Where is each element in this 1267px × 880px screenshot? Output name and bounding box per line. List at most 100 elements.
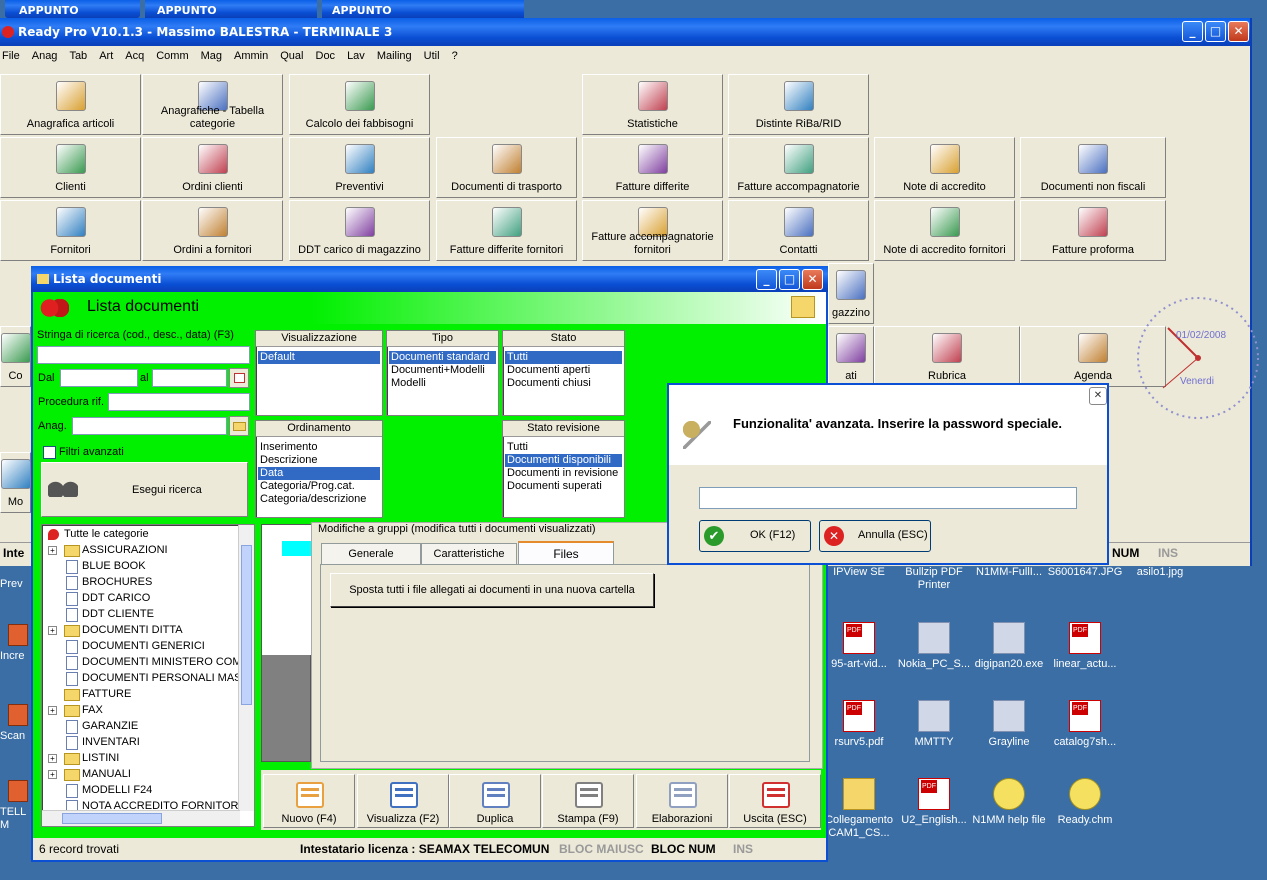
tree-item[interactable]: BLUE BOOK — [42, 558, 254, 574]
menu-[interactable]: ? — [452, 46, 464, 66]
maximize-icon[interactable]: □ — [1205, 21, 1226, 42]
menu-util[interactable]: Util — [424, 46, 446, 66]
tile-fatture-accompagnatorie[interactable]: Fatture accompagnatorie — [728, 137, 869, 198]
dialog-close-icon[interactable]: ✕ — [1089, 387, 1107, 405]
tile-rubrica[interactable]: Rubrica — [874, 326, 1020, 387]
calendar-icon[interactable] — [229, 368, 249, 388]
list-item-default[interactable]: Default — [258, 351, 380, 364]
taskbar-tab-3[interactable]: APPUNTO — [322, 0, 524, 18]
documents-grid[interactable] — [261, 524, 312, 762]
list-item-tutti[interactable]: Tutti — [505, 441, 622, 454]
tile-ordini-a-fornitori[interactable]: Ordini a fornitori — [142, 200, 283, 261]
dal-date-input[interactable] — [60, 369, 138, 387]
tree-item[interactable]: BROCHURES — [42, 574, 254, 590]
tab-files[interactable]: Files — [518, 541, 614, 566]
tree-item[interactable]: + MANUALI — [42, 766, 254, 782]
menu-acq[interactable]: Acq — [125, 46, 150, 66]
anag-folder-icon[interactable] — [229, 416, 249, 436]
tile-contatti[interactable]: Contatti — [728, 200, 869, 261]
tile-distinte-riba-rid[interactable]: Distinte RiBa/RID — [728, 74, 869, 135]
list-item-documenti-disponibili[interactable]: Documenti disponibili — [505, 454, 622, 467]
desktop-icon-95-art-vid[interactable]: 95-art-vid... — [821, 622, 897, 671]
menu-comm[interactable]: Comm — [156, 46, 194, 66]
minimize-icon[interactable]: _ — [1182, 21, 1203, 42]
desktop-icon-nokia-pc-s[interactable]: Nokia_PC_S... — [896, 622, 972, 671]
toolbar-elaborazioni-button[interactable]: Elaborazioni — [636, 774, 728, 828]
tile-fatture-differite-fornitori[interactable]: Fatture differite fornitori — [436, 200, 577, 261]
procedura-input[interactable] — [108, 393, 250, 411]
tile-ordini-clienti[interactable]: Ordini clienti — [142, 137, 283, 198]
menu-doc[interactable]: Doc — [316, 46, 342, 66]
menu-art[interactable]: Art — [99, 46, 119, 66]
expand-icon[interactable]: + — [48, 770, 57, 779]
taskbar-tab-1[interactable]: APPUNTO — [5, 0, 140, 18]
tree-item[interactable]: + LISTINI — [42, 750, 254, 766]
desktop-icon-digipan20-exe[interactable]: digipan20.exe — [971, 622, 1047, 671]
lista-close-icon[interactable]: ✕ — [802, 269, 823, 290]
desktop-icon-prev[interactable]: Prev — [0, 578, 30, 591]
list-item-documenti-chiusi[interactable]: Documenti chiusi — [505, 377, 622, 390]
tile-note-di-accredito[interactable]: Note di accredito — [874, 137, 1015, 198]
tile-ddt-carico-di-magazzino[interactable]: DDT carico di magazzino — [289, 200, 430, 261]
tree-item[interactable]: DOCUMENTI GENERICI — [42, 638, 254, 654]
desktop-icon-grayline[interactable]: Grayline — [971, 700, 1047, 749]
toolbar-duplica-button[interactable]: Duplica — [449, 774, 541, 828]
anag-input[interactable] — [72, 417, 227, 435]
toolbar-nuovo-f4-button[interactable]: Nuovo (F4) — [263, 774, 355, 828]
tile-calcolo-dei-fabbisogni[interactable]: Calcolo dei fabbisogni — [289, 74, 430, 135]
desktop-icon-bullzip-pdf-printer[interactable]: Bullzip PDF Printer — [896, 566, 972, 592]
list-item-data[interactable]: Data — [258, 467, 380, 480]
password-input[interactable] — [699, 487, 1077, 509]
toolbar-visualizza-f2-button[interactable]: Visualizza (F2) — [357, 774, 449, 828]
menu-tab[interactable]: Tab — [69, 46, 93, 66]
menu-file[interactable]: File — [2, 46, 26, 66]
tile-co[interactable]: Co — [0, 326, 31, 387]
move-files-button[interactable]: Sposta tutti i file allegati ai document… — [330, 573, 654, 607]
toolbar-uscita-esc-button[interactable]: Uscita (ESC) — [729, 774, 821, 828]
desktop-icon-rsurv5-pdf[interactable]: rsurv5.pdf — [821, 700, 897, 749]
desktop-icon-collegamento-cam1-cs[interactable]: Collegamento CAM1_CS... — [821, 778, 897, 840]
list-item-categoria-descrizione[interactable]: Categoria/descrizione — [258, 493, 380, 506]
tile-fatture-proforma[interactable]: Fatture proforma — [1020, 200, 1166, 261]
list-item-modelli[interactable]: Modelli — [389, 377, 496, 390]
filtri-checkbox[interactable] — [43, 446, 56, 459]
tree-vscrollbar[interactable] — [238, 525, 254, 811]
desktop-icon-u2-english[interactable]: U2_English... — [896, 778, 972, 827]
tile-preventivi[interactable]: Preventivi — [289, 137, 430, 198]
desktop-icon-linear-actu[interactable]: linear_actu... — [1047, 622, 1123, 671]
expand-icon[interactable]: + — [48, 626, 57, 635]
tree-item[interactable]: + FAX — [42, 702, 254, 718]
list-item-documenti-modelli[interactable]: Documenti+Modelli — [389, 364, 496, 377]
desktop-icon-mmtty[interactable]: MMTTY — [896, 700, 972, 749]
folder-open-icon[interactable] — [791, 296, 815, 318]
tab-caratteristiche[interactable]: Caratteristiche — [421, 543, 517, 564]
tree-item[interactable]: FATTURE — [42, 686, 254, 702]
tile-anagrafica-articoli[interactable]: Anagrafica articoli — [0, 74, 141, 135]
desktop-icon-scan[interactable]: Scan — [0, 704, 30, 743]
tile-ati[interactable]: ati — [828, 326, 874, 387]
tab-generale[interactable]: Generale — [321, 543, 421, 564]
expand-icon[interactable]: + — [48, 546, 57, 555]
menu-mag[interactable]: Mag — [201, 46, 228, 66]
menu-anag[interactable]: Anag — [32, 46, 64, 66]
desktop-icon-s6001647-jpg[interactable]: S6001647.JPG — [1047, 566, 1123, 579]
lista-minimize-icon[interactable]: _ — [756, 269, 777, 290]
menu-ammin[interactable]: Ammin — [234, 46, 274, 66]
close-icon[interactable]: ✕ — [1228, 21, 1249, 42]
toolbar-stampa-f9-button[interactable]: Stampa (F9) — [542, 774, 634, 828]
desktop-icon-n1mm-fulli[interactable]: N1MM-FullI... — [971, 566, 1047, 579]
tree-item[interactable]: INVENTARI — [42, 734, 254, 750]
tree-item[interactable]: DDT CLIENTE — [42, 606, 254, 622]
tree-item[interactable]: + ASSICURAZIONI — [42, 542, 254, 558]
list-item-tutti[interactable]: Tutti — [505, 351, 622, 364]
tile-mo[interactable]: Mo — [0, 452, 31, 513]
expand-icon[interactable]: + — [48, 754, 57, 763]
tile-statistiche[interactable]: Statistiche — [582, 74, 723, 135]
tile-fatture-accompagnatorie-fornitori[interactable]: Fatture accompagnatorie fornitori — [582, 200, 723, 261]
tile-anagrafiche-tabella-categorie[interactable]: Anagrafiche - Tabella categorie — [142, 74, 283, 135]
tree-item[interactable]: DDT CARICO — [42, 590, 254, 606]
menu-lav[interactable]: Lav — [347, 46, 371, 66]
list-item-documenti-standard[interactable]: Documenti standard — [389, 351, 496, 364]
tree-item[interactable]: Tutte le categorie — [42, 526, 254, 542]
ok-button[interactable]: ✔ OK (F12) — [699, 520, 811, 552]
